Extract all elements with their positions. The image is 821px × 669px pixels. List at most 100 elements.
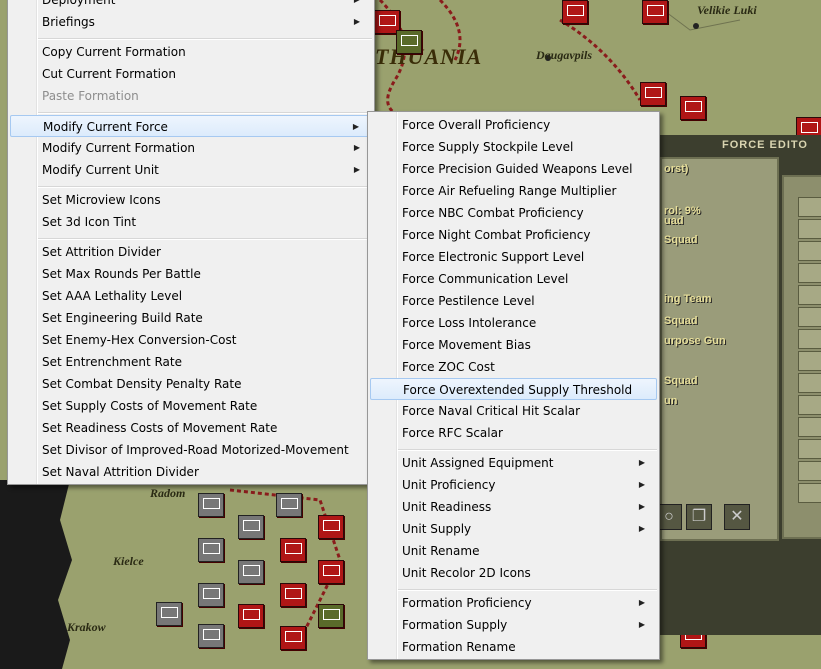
menu-item-modify-current-formation[interactable]: Modify Current Formation ▶ [10, 137, 372, 159]
unit-counter[interactable] [640, 82, 666, 106]
context-menu: Deployment ▶ Briefings ▶ Copy Current Format… [7, 0, 375, 485]
menu-separator [38, 38, 372, 40]
menu-item-set-aaa-lethality-level[interactable]: Set AAA Lethality Level [10, 285, 372, 307]
unit-counter[interactable] [318, 604, 344, 628]
menu-item-unit-rename[interactable]: Unit Rename [370, 540, 657, 562]
submenu-arrow-icon: ▶ [353, 17, 360, 26]
unit-counter[interactable] [198, 624, 224, 648]
unit-counter[interactable] [318, 560, 344, 584]
menu-item-unit-assigned-equipment[interactable]: Unit Assigned Equipment ▶ [370, 452, 657, 474]
menu-item-label: Set Supply Costs of Movement Rate [42, 399, 258, 413]
menu-item-force-electronic-support-level[interactable]: Force Electronic Support Level [370, 246, 657, 268]
menu-item-set-naval-attrition-divider[interactable]: Set Naval Attrition Divider [10, 461, 372, 483]
menu-item-force-pestilence-level[interactable]: Force Pestilence Level [370, 290, 657, 312]
unit-counter[interactable] [562, 0, 588, 24]
equipment-icon[interactable] [798, 351, 821, 371]
menu-item-force-night-combat-proficiency[interactable]: Force Night Combat Proficiency [370, 224, 657, 246]
menu-item-briefings[interactable]: Briefings ▶ [10, 11, 372, 33]
menu-item-label: Force Air Refueling Range Multiplier [402, 184, 617, 198]
menu-item-unit-readiness[interactable]: Unit Readiness ▶ [370, 496, 657, 518]
menu-separator [38, 112, 372, 114]
equipment-icon[interactable] [798, 219, 821, 239]
menu-item-label: Modify Current Unit [42, 163, 159, 177]
menu-item-unit-recolor-2d-icons[interactable]: Unit Recolor 2D Icons [370, 562, 657, 584]
force-editor-equipment-list[interactable] [782, 175, 821, 539]
menu-item-formation-proficiency[interactable]: Formation Proficiency ▶ [370, 592, 657, 614]
force-editor-title: FORCE EDITO [722, 139, 808, 151]
menu-item-unit-proficiency[interactable]: Unit Proficiency ▶ [370, 474, 657, 496]
unit-counter[interactable] [198, 583, 224, 607]
equipment-icon[interactable] [798, 263, 821, 283]
menu-item-set-engineering-build-rate[interactable]: Set Engineering Build Rate [10, 307, 372, 329]
menu-item-cut-current-formation[interactable]: Cut Current Formation [10, 63, 372, 85]
menu-item-force-zoc-cost[interactable]: Force ZOC Cost [370, 356, 657, 378]
menu-item-deployment[interactable]: Deployment ▶ [10, 0, 372, 11]
menu-item-force-overextended-supply-threshold[interactable]: Force Overextended Supply Threshold [370, 378, 657, 400]
menu-item-paste-formation: Paste Formation [10, 85, 372, 107]
menu-item-formation-rename[interactable]: Formation Rename [370, 636, 657, 658]
menu-item-set-max-rounds-per-battle[interactable]: Set Max Rounds Per Battle [10, 263, 372, 285]
menu-item-force-precision-guided-weapons-level[interactable]: Force Precision Guided Weapons Level [370, 158, 657, 180]
close-button[interactable]: ✕ [724, 504, 750, 530]
equipment-icon[interactable] [798, 461, 821, 481]
menu-item-force-air-refueling-range-multiplier[interactable]: Force Air Refueling Range Multiplier [370, 180, 657, 202]
menu-item-force-supply-stockpile-level[interactable]: Force Supply Stockpile Level [370, 136, 657, 158]
equipment-icon[interactable] [798, 439, 821, 459]
equipment-icon[interactable] [798, 285, 821, 305]
unit-counter[interactable] [198, 538, 224, 562]
unit-counter[interactable] [198, 493, 224, 517]
menu-item-set-combat-density-penalty-rate[interactable]: Set Combat Density Penalty Rate [10, 373, 372, 395]
menu-item-modify-current-force[interactable]: Modify Current Force ▶ [10, 115, 372, 137]
submenu-arrow-icon: ▶ [638, 620, 645, 629]
unit-counter[interactable] [642, 0, 668, 24]
unit-counter[interactable] [156, 602, 182, 626]
map-label-krakow: Krakow [67, 620, 106, 634]
equipment-icon[interactable] [798, 307, 821, 327]
menu-item-label: Set Divisor of Improved-Road Motorized-M… [42, 443, 349, 457]
menu-item-formation-supply[interactable]: Formation Supply ▶ [370, 614, 657, 636]
equipment-icon[interactable] [798, 373, 821, 393]
menu-item-force-nbc-combat-proficiency[interactable]: Force NBC Combat Proficiency [370, 202, 657, 224]
menu-item-set-entrenchment-rate[interactable]: Set Entrenchment Rate [10, 351, 372, 373]
equipment-icon[interactable] [798, 395, 821, 415]
menu-item-force-communication-level[interactable]: Force Communication Level [370, 268, 657, 290]
unit-counter[interactable] [396, 30, 422, 54]
menu-item-force-rfc-scalar[interactable]: Force RFC Scalar [370, 422, 657, 444]
equipment-icon[interactable] [798, 197, 821, 217]
unit-counter[interactable] [238, 604, 264, 628]
force-editor-unit-list[interactable]: orst) rol: 9% uad Squad ing Team Squad u… [656, 157, 779, 541]
menu-item-set-attrition-divider[interactable]: Set Attrition Divider [10, 241, 372, 263]
force-editor-line: ing Team [664, 293, 712, 305]
equipment-icon[interactable] [798, 417, 821, 437]
menu-item-set-readiness-costs-of-movement-rate[interactable]: Set Readiness Costs of Movement Rate [10, 417, 372, 439]
submenu-arrow-icon: ▶ [638, 524, 645, 533]
menu-item-set-supply-costs-of-movement-rate[interactable]: Set Supply Costs of Movement Rate [10, 395, 372, 417]
unit-counter[interactable] [280, 538, 306, 562]
menu-item-force-naval-critical-hit-scalar[interactable]: Force Naval Critical Hit Scalar [370, 400, 657, 422]
equipment-icon[interactable] [798, 329, 821, 349]
menu-item-set-microview-icons[interactable]: Set Microview Icons [10, 189, 372, 211]
unit-counter[interactable] [280, 583, 306, 607]
menu-item-force-overall-proficiency[interactable]: Force Overall Proficiency [370, 114, 657, 136]
menu-item-force-loss-intolerance[interactable]: Force Loss Intolerance [370, 312, 657, 334]
equipment-icon[interactable] [798, 483, 821, 503]
unit-counter[interactable] [280, 626, 306, 650]
menu-item-label: Formation Supply [402, 618, 508, 632]
menu-item-label: Set Naval Attrition Divider [42, 465, 199, 479]
menu-item-label: Set Engineering Build Rate [42, 311, 203, 325]
menu-item-force-movement-bias[interactable]: Force Movement Bias [370, 334, 657, 356]
unit-counter[interactable] [238, 560, 264, 584]
unit-counter[interactable] [238, 515, 264, 539]
copy-button[interactable]: ❐ [686, 504, 712, 530]
equipment-icon[interactable] [798, 241, 821, 261]
menu-item-unit-supply[interactable]: Unit Supply ▶ [370, 518, 657, 540]
unit-counter[interactable] [318, 515, 344, 539]
menu-item-modify-current-unit[interactable]: Modify Current Unit ▶ [10, 159, 372, 181]
menu-item-set-3d-icon-tint[interactable]: Set 3d Icon Tint [10, 211, 372, 233]
menu-item-set-divisor-of-improved-road-motorized-movement[interactable]: Set Divisor of Improved-Road Motorized-M… [10, 439, 372, 461]
menu-item-set-enemy-hex-conversion-cost[interactable]: Set Enemy-Hex Conversion-Cost [10, 329, 372, 351]
unit-counter[interactable] [680, 96, 706, 120]
menu-item-copy-current-formation[interactable]: Copy Current Formation [10, 41, 372, 63]
menu-item-label: Copy Current Formation [42, 45, 186, 59]
unit-counter[interactable] [276, 493, 302, 517]
